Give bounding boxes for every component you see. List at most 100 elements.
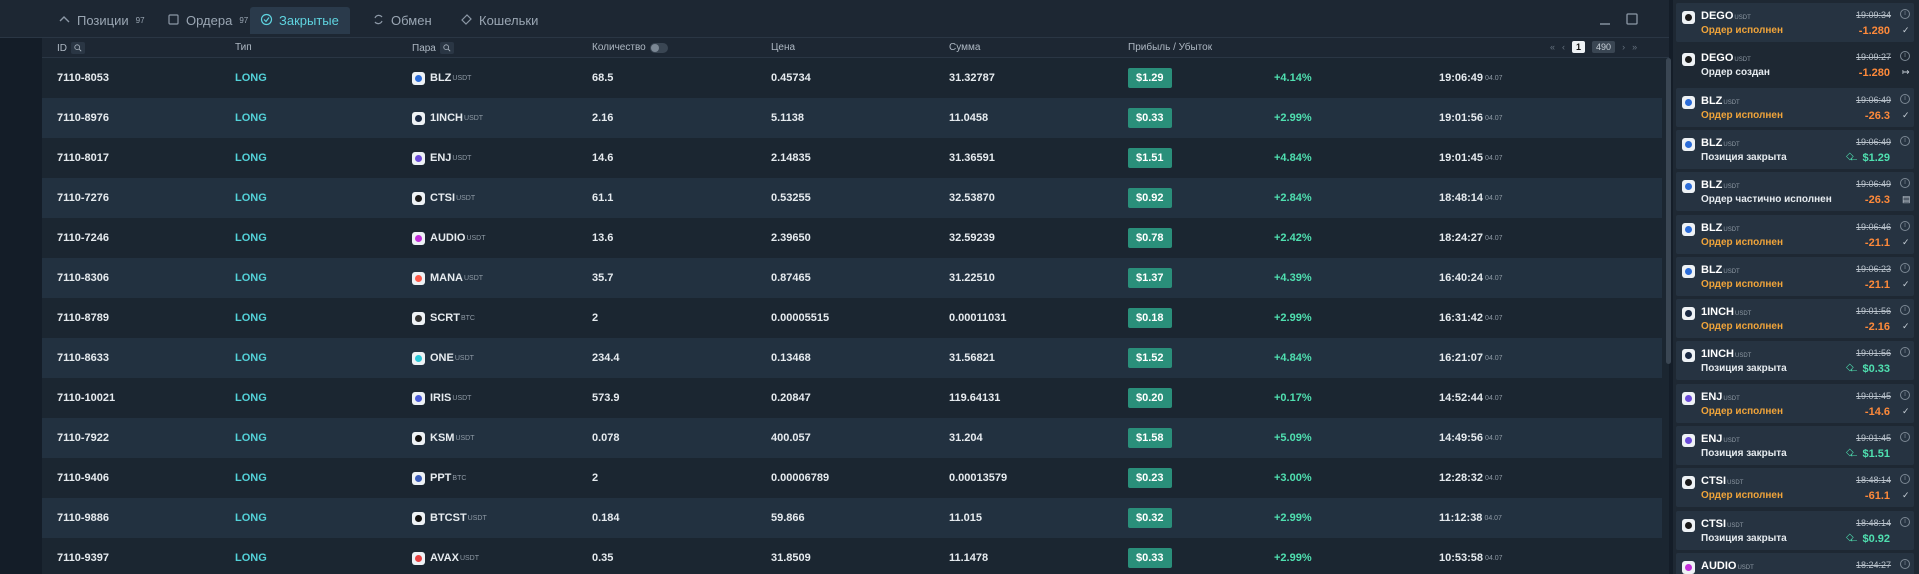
search-icon[interactable] [71,42,85,54]
tab-closed[interactable]: Закрытые [250,7,350,34]
info-icon[interactable]: i [1900,51,1910,62]
close-time: 11:12:38 04.07 [1439,498,1502,538]
close-time: 19:01:45 04.07 [1439,138,1503,178]
quote-currency: USDT [1723,438,1740,444]
info-icon[interactable]: i [1900,262,1910,273]
notification-item[interactable]: DEGOUSDT Ордер создан 19:09:27 i -1.280 ↦ [1676,45,1914,85]
tab-orders[interactable]: Ордера 97 [157,7,258,34]
notification-item[interactable]: DEGOUSDT Ордер исполнен 19:09:34 i -1.280 ✓ [1676,3,1914,42]
quantity: 2 [592,472,599,484]
pair-cell: AVAX USDT [412,538,479,574]
pnl-badge: $0.18 [1128,308,1172,328]
last-page-icon[interactable]: » [1632,42,1637,52]
tab-wallets[interactable]: Кошельки [450,7,548,34]
notification-coin: ENJUSDT [1701,391,1740,403]
table-row[interactable]: 7110-8017 LONG ENJ USDT 14.6 2.14835 31.36591 $… [42,138,1662,178]
tab-positions[interactable]: Позиции 97 [48,7,155,34]
table-row[interactable]: 7110-9406 LONG PPT BTC 2 0.00006789 0.00013579… [42,458,1662,498]
tab-count: 97 [239,16,249,25]
coin-symbol: CTSI [430,192,456,204]
notification-item[interactable]: BLZUSDT Ордер исполнен 19:06:23 i -21.1 ✓ [1676,256,1914,296]
minimize-icon[interactable] [1598,12,1612,26]
table-row[interactable]: 7110-8633 LONG ONE USDT 234.4 0.13468 31.56821… [42,338,1662,378]
orders-icon [167,13,180,29]
notification-item[interactable]: BLZUSDT Ордер исполнен 19:06:49 i -26.3 ✓ [1676,87,1914,127]
info-icon[interactable]: i [1900,474,1910,485]
notification-item[interactable]: 1INCHUSDT Ордер исполнен 19:01:56 i -2.16 ✓ [1676,299,1914,339]
coin-icon [1682,518,1695,532]
tab-exchange[interactable]: Обмен [362,7,442,34]
table-row[interactable]: 7110-9397 LONG AVAX USDT 0.35 31.8509 11.1478 $… [42,538,1662,574]
notification-time: 19:01:56 [1856,348,1892,359]
pnl-badge: $0.78 [1128,228,1172,248]
notification-coin: BLZUSDT [1701,95,1740,107]
date-value: 04.07 [1485,194,1503,202]
notification-status: Ордер исполнен [1701,109,1784,121]
notification-value: ← $0.92 [1848,532,1890,545]
table-row[interactable]: 7110-7922 LONG KSM USDT 0.078 400.057 31.204 $1… [42,418,1662,458]
info-icon[interactable]: i [1900,9,1910,19]
page-number[interactable]: 1 [1572,41,1586,53]
header-price: Цена [771,42,795,53]
next-page-icon[interactable]: › [1622,42,1625,52]
coin-symbol: SCRT [430,312,460,324]
info-icon[interactable]: i [1900,93,1910,104]
info-icon[interactable]: i [1900,432,1910,442]
header-type: Тип [235,42,252,53]
notification-item[interactable]: CTSIUSDT Позиция закрыта 18:48:14 i ← $0.92 ◇ [1676,510,1914,550]
info-icon[interactable]: i [1900,347,1910,358]
search-icon[interactable] [439,42,454,54]
pair-cell: 1INCH USDT [412,98,483,138]
scrollbar[interactable] [1666,58,1671,364]
table-row[interactable]: 7110-9886 LONG BTCST USDT 0.184 59.866 11.015 $… [42,498,1662,538]
info-icon[interactable]: i [1900,178,1910,189]
notification-item[interactable]: ENJUSDT Позиция закрыта 19:01:45 i ← $1.51 ◇ [1676,426,1914,465]
notification-time: 18:48:14 [1856,475,1892,486]
notification-item[interactable]: BLZUSDT Позиция закрыта 19:06:49 i ← $1.29 ◇ [1676,129,1914,169]
sum: 32.59239 [949,232,995,244]
qty-toggle[interactable] [649,42,668,53]
coin-icon [412,471,425,485]
quote-currency: USDT [454,354,474,362]
position-type: LONG [235,272,267,284]
notification-coin: BLZUSDT [1701,222,1740,234]
position-id: 7110-10021 [57,392,116,404]
close-time: 16:40:24 04.07 [1439,258,1503,298]
notification-item[interactable]: CTSIUSDT Ордер исполнен 18:48:14 i -61.1 ✓ [1676,468,1914,508]
table-row[interactable]: 7110-7276 LONG CTSI USDT 61.1 0.53255 32.53870… [42,178,1662,218]
prev-page-icon[interactable]: ‹ [1562,42,1565,52]
notification-time: 19:09:27 [1856,52,1892,63]
table-row[interactable]: 7110-8789 LONG SCRT BTC 2 0.00005515 0.0001103… [42,298,1662,338]
info-icon[interactable]: i [1900,305,1910,316]
table-row[interactable]: 7110-8306 LONG MANA USDT 35.7 0.87465 31.22510… [42,258,1662,298]
first-page-icon[interactable]: « [1550,42,1555,52]
info-icon[interactable]: i [1900,558,1910,569]
header-label: Прибыль / Убыток [1128,42,1213,53]
coin-symbol: KSM [430,432,455,444]
notification-item[interactable]: 1INCHUSDT Позиция закрыта 19:01:56 i ← $0.33… [1676,341,1914,381]
pnl-badge: $0.33 [1128,108,1172,128]
quantity: 0.078 [592,432,620,444]
info-icon[interactable]: i [1900,516,1910,527]
pnl-percent: +2.99% [1274,512,1312,524]
notification-item[interactable]: AUDIOUSDT 18:24:27 i [1676,552,1914,574]
table-row[interactable]: 7110-8053 LONG BLZ USDT 68.5 0.45734 31.32787 $… [42,58,1662,98]
notification-item[interactable]: BLZUSDT Ордер частично исполнен 19:06:49 i -… [1676,172,1914,212]
notification-item[interactable]: BLZUSDT Ордер исполнен 19:06:46 i -21.1 ✓ [1676,214,1914,254]
info-icon[interactable]: i [1900,389,1910,400]
table-row[interactable]: 7110-8976 LONG 1INCH USDT 2.16 5.1138 11.0458 $… [42,98,1662,138]
header-pair: Пара [412,42,454,54]
pnl-percent: +2.42% [1274,232,1312,244]
status-mark-icon: ✓ [1902,109,1910,120]
status-mark-icon: ✓ [1902,321,1910,332]
notification-coin: ENJUSDT [1701,433,1740,445]
table-row[interactable]: 7110-7246 LONG AUDIO USDT 13.6 2.39650 32.5923… [42,218,1662,258]
maximize-icon[interactable] [1625,12,1639,26]
pair-cell: PPT BTC [412,458,466,498]
notification-value: -1.280 [1858,67,1890,80]
pair-cell: MANA USDT [412,258,483,298]
table-row[interactable]: 7110-10021 LONG IRIS USDT 573.9 0.20847 119.64… [42,378,1662,418]
info-icon[interactable]: i [1900,220,1910,231]
notification-item[interactable]: ENJUSDT Ордер исполнен 19:01:45 i -14.6 ✓ [1676,383,1914,423]
info-icon[interactable]: i [1900,135,1910,146]
